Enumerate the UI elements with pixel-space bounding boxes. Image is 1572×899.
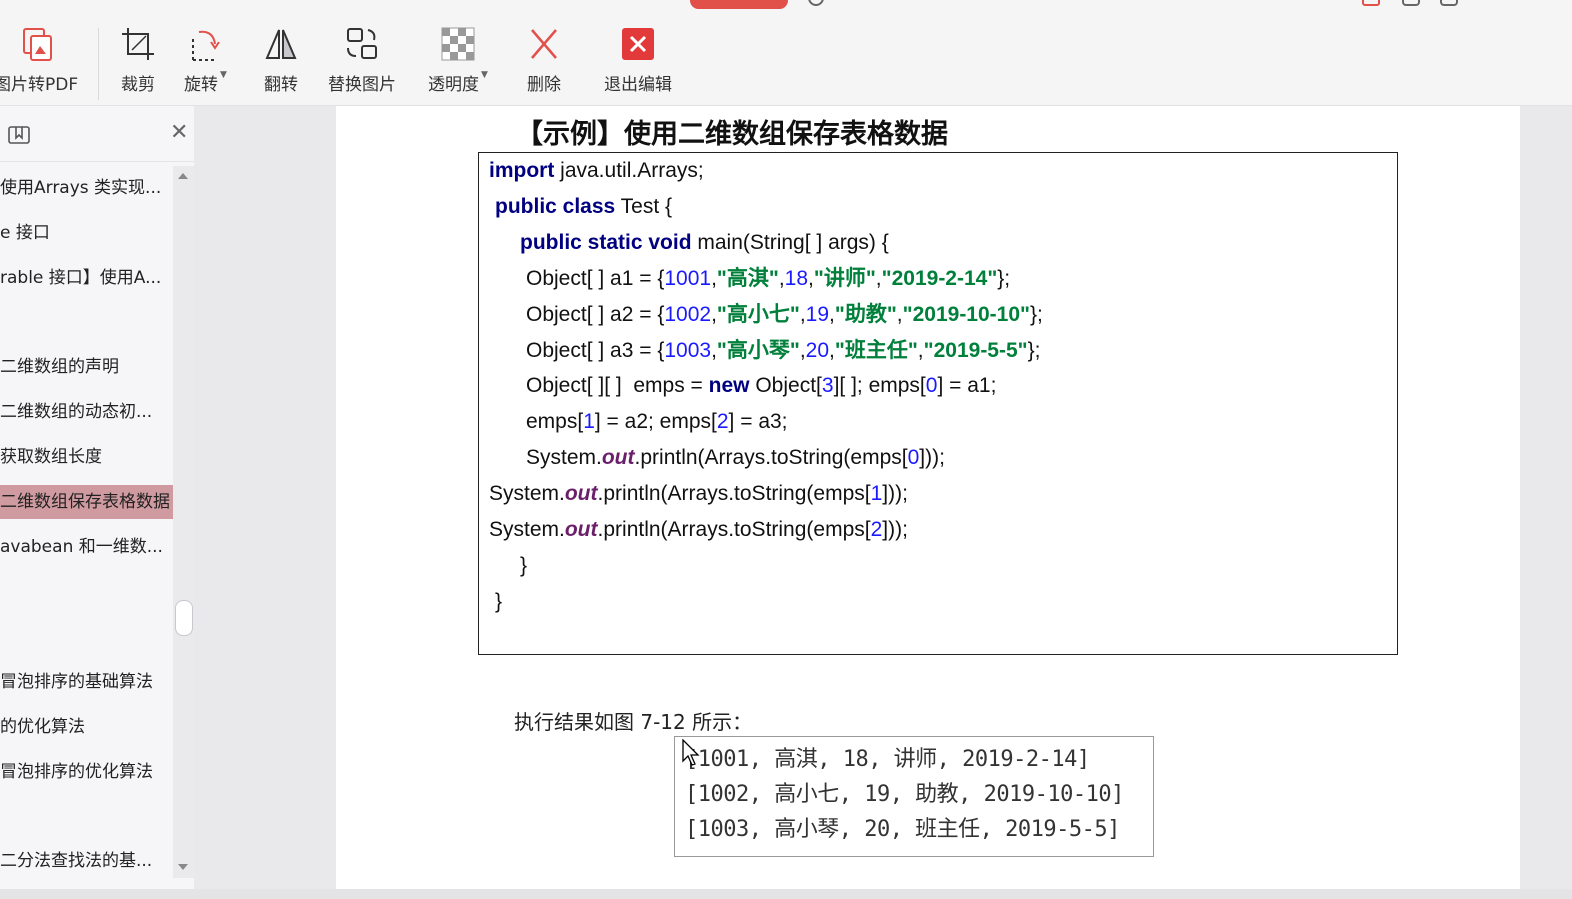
code-line: public static void main(String[ ] args) … xyxy=(520,231,889,254)
notification-icon[interactable] xyxy=(1362,0,1380,6)
delete-button[interactable]: 删除 xyxy=(524,24,564,95)
example-heading: 【示例】使用二维数组保存表格数据 xyxy=(516,119,948,150)
rotate-icon xyxy=(185,24,225,64)
outline-item[interactable]: 获取数组长度 xyxy=(0,440,173,474)
toolbar-divider xyxy=(98,28,99,100)
replace-image-icon xyxy=(342,24,382,64)
image-edit-tab[interactable] xyxy=(690,0,788,9)
code-line: Object[ ][ ] emps = new Object[3][ ]; em… xyxy=(526,374,997,397)
transparency-label: 透明度 ▼ xyxy=(428,70,488,95)
console-output-image[interactable]: [1001, 高淇, 18, 讲师, 2019-2-14] [1002, 高小七… xyxy=(674,736,1154,857)
outline-sidebar: ✕ 使用Arrays 类实现... e 接口 rable 接口】使用A... 二… xyxy=(0,106,194,889)
rotate-text: 旋转 xyxy=(184,75,218,95)
transparency-text: 透明度 xyxy=(428,75,479,95)
exit-edit-label: 退出编辑 xyxy=(604,75,672,95)
search-icon[interactable] xyxy=(808,0,824,6)
scroll-up-icon[interactable] xyxy=(178,173,188,179)
replace-image-button[interactable]: 替换图片 xyxy=(328,24,396,95)
code-line: emps[1] = a2; emps[2] = a3; xyxy=(526,410,788,433)
sidebar-header: ✕ xyxy=(0,106,194,162)
code-line: } xyxy=(495,590,503,613)
status-bar xyxy=(0,889,1572,899)
delete-icon xyxy=(524,24,564,64)
outline-item[interactable]: 二维数组的动态初... xyxy=(0,395,173,429)
outline-item[interactable]: 二分法查找法的基... xyxy=(0,844,173,878)
outline-item[interactable]: 使用Arrays 类实现... xyxy=(0,171,173,205)
code-line: Object[ ] a3 = {1003,"高小琴",20,"班主任","201… xyxy=(526,339,1041,362)
flip-icon xyxy=(261,24,301,64)
outline-item-active[interactable]: 二维数组保存表格数据 xyxy=(0,485,173,519)
exit-edit-button[interactable]: 退出编辑 xyxy=(604,24,672,95)
chevron-down-icon[interactable]: ▼ xyxy=(220,70,227,80)
delete-label: 删除 xyxy=(527,75,561,95)
code-block[interactable]: import java.util.Arrays; public class Te… xyxy=(478,152,1398,655)
image-edit-toolbar: 图片转PDF 裁剪 旋转 ▼ 翻转 替换图片 透明度 ▼ 删除 退出编辑 xyxy=(0,10,1572,106)
code-line: Object[ ] a1 = {1001,"高淇",18,"讲师","2019-… xyxy=(526,267,1011,290)
close-icon[interactable]: ✕ xyxy=(170,122,188,144)
code-line: System.out.println(Arrays.toString(emps[… xyxy=(489,518,908,541)
chevron-down-icon[interactable]: ▼ xyxy=(481,70,488,80)
rotate-button[interactable]: 旋转 ▼ xyxy=(184,24,227,95)
document-page: 【示例】使用二维数组保存表格数据 import java.util.Arrays… xyxy=(336,106,1520,889)
outline-item[interactable]: e 接口 xyxy=(0,216,173,250)
crop-label: 裁剪 xyxy=(121,75,155,95)
scrollbar-thumb[interactable] xyxy=(175,600,193,636)
output-line: [1001, 高淇, 18, 讲师, 2019-2-14] xyxy=(685,747,1090,772)
image-to-pdf-icon xyxy=(16,24,56,64)
code-line: Object[ ] a2 = {1002,"高小七",19,"助教","2019… xyxy=(526,303,1043,326)
crop-icon xyxy=(118,24,158,64)
code-line: public class Test { xyxy=(495,195,673,218)
image-to-pdf-button[interactable]: 图片转PDF xyxy=(0,24,78,95)
outline-item[interactable]: rable 接口】使用A... xyxy=(0,261,173,295)
settings-icon[interactable] xyxy=(1402,0,1420,6)
outline-item[interactable]: 冒泡排序的基础算法 xyxy=(0,665,173,699)
code-line: System.out.println(Arrays.toString(emps[… xyxy=(526,446,945,469)
menu-strip xyxy=(0,0,1572,10)
flip-label: 翻转 xyxy=(264,75,298,95)
code-line: System.out.println(Arrays.toString(emps[… xyxy=(489,482,908,505)
message-icon[interactable] xyxy=(1440,0,1458,6)
sidebar-scrollbar[interactable] xyxy=(173,166,194,878)
outline-item[interactable]: 冒泡排序的优化算法 xyxy=(0,755,173,789)
code-line: } xyxy=(520,554,528,577)
exit-edit-icon xyxy=(618,24,658,64)
replace-image-label: 替换图片 xyxy=(328,75,396,95)
code-line: import java.util.Arrays; xyxy=(489,159,704,182)
transparency-button[interactable]: 透明度 ▼ xyxy=(428,24,488,95)
outline-item[interactable]: 二维数组的声明 xyxy=(0,350,173,384)
flip-button[interactable]: 翻转 xyxy=(261,24,301,95)
outline-item[interactable]: 的优化算法 xyxy=(0,710,173,744)
outline-list: 使用Arrays 类实现... e 接口 rable 接口】使用A... 二维数… xyxy=(0,166,173,880)
bookmark-icon[interactable] xyxy=(8,126,30,150)
transparency-icon xyxy=(438,24,478,64)
output-line: [1002, 高小七, 19, 助教, 2019-10-10] xyxy=(685,782,1124,807)
output-line: [1003, 高小琴, 20, 班主任, 2019-5-5] xyxy=(685,817,1120,842)
image-to-pdf-label: 图片转PDF xyxy=(0,75,79,95)
scroll-down-icon[interactable] xyxy=(178,864,188,870)
crop-button[interactable]: 裁剪 xyxy=(118,24,158,95)
mouse-cursor-icon xyxy=(682,738,700,771)
outline-item[interactable]: avabean 和一维数... xyxy=(0,530,173,564)
result-caption: 执行结果如图 7-12 所示： xyxy=(514,710,753,734)
rotate-label: 旋转 ▼ xyxy=(184,70,227,95)
